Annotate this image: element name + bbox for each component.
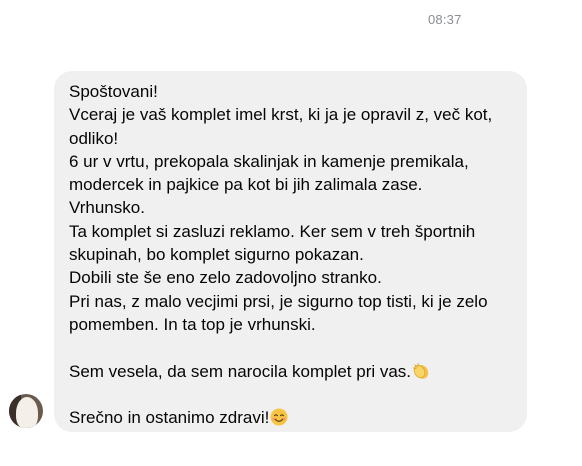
message-line: Dobili ste še eno zelo zadovoljno strank… [69, 268, 382, 288]
message-line: Vceraj je vaš komplet imel krst, ki ja j… [69, 105, 493, 125]
message-line: Spoštovani! [69, 82, 158, 101]
message-line: pomemben. In ta top je vrhunski. [69, 314, 316, 334]
smiling-face-icon [270, 408, 288, 426]
closing-line: Srečno in ostanimo zdravi! [69, 406, 513, 429]
message-line: modercek in pajkice pa kot bi jih zalima… [69, 175, 423, 195]
avatar-face [16, 397, 38, 428]
message-line: Ta komplet si zasluzi reklamo. Ker sem v… [69, 221, 476, 241]
chat-screen: 08:37 Spoštovani! Vceraj je vaš komplet … [0, 0, 582, 466]
message-line: odliko! [69, 128, 119, 148]
message-line: Pri nas, z malo vecjimi prsi, je sigurno… [69, 291, 488, 311]
message-timestamp: 08:37 [428, 12, 462, 27]
message-line: 6 ur v vrtu, prekopala skalinjak in kame… [69, 151, 469, 171]
message-bubble[interactable]: Spoštovani! Vceraj je vaš komplet imel k… [54, 71, 527, 432]
sender-avatar[interactable] [9, 394, 43, 428]
closing-line: Sem vesela, da sem narocila komplet pri … [69, 360, 513, 383]
message-line: Vrhunsko. [69, 198, 145, 218]
closing-line-text: Srečno in ostanimo zdravi! [69, 408, 270, 428]
clapping-hands-icon [412, 362, 430, 380]
message-line: skupinah, bo komplet sigurno pokazan. [69, 245, 364, 265]
closing-line-text: Sem vesela, da sem narocila komplet pri … [69, 361, 412, 381]
